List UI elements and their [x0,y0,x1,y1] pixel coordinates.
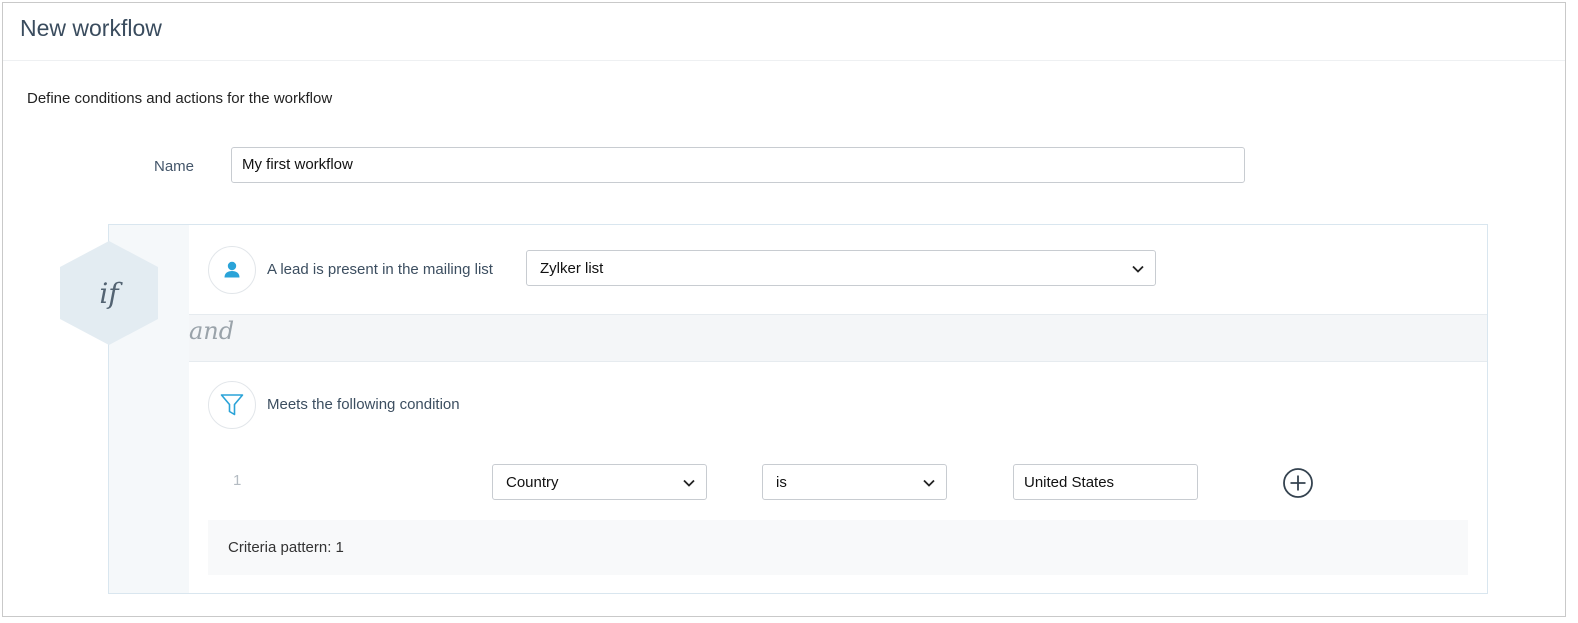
person-icon [208,246,256,294]
mailing-list-value: Zylker list [540,260,604,277]
condition-label: Meets the following condition [267,396,460,413]
criteria-pattern-text: Criteria pattern: 1 [228,539,344,556]
operator-select[interactable]: is [762,464,947,500]
field-select[interactable]: Country [492,464,707,500]
page-title: New workflow [20,15,162,41]
operator-value: is [776,474,787,491]
criteria-row-number: 1 [233,472,242,489]
if-label: if [99,276,119,310]
form-subtitle: Define conditions and actions for the wo… [27,90,333,107]
and-label: and [189,317,235,345]
chevron-down-icon [683,479,695,487]
criteria-pattern-box: Criteria pattern: 1 [208,520,1468,575]
trigger-label: A lead is present in the mailing list [267,261,493,278]
and-separator: and [189,314,1487,362]
chevron-down-icon [923,479,935,487]
name-input[interactable]: My first workflow [231,147,1245,183]
mailing-list-select[interactable]: Zylker list [526,250,1156,286]
condition-value: United States [1024,474,1115,491]
filter-icon [208,381,256,429]
condition-value-input[interactable]: United States [1013,464,1198,500]
header: New workflow [3,3,1565,61]
field-value: Country [506,474,559,491]
chevron-down-icon [1132,265,1144,273]
name-label: Name [154,158,195,175]
add-condition-icon[interactable] [1282,467,1314,499]
